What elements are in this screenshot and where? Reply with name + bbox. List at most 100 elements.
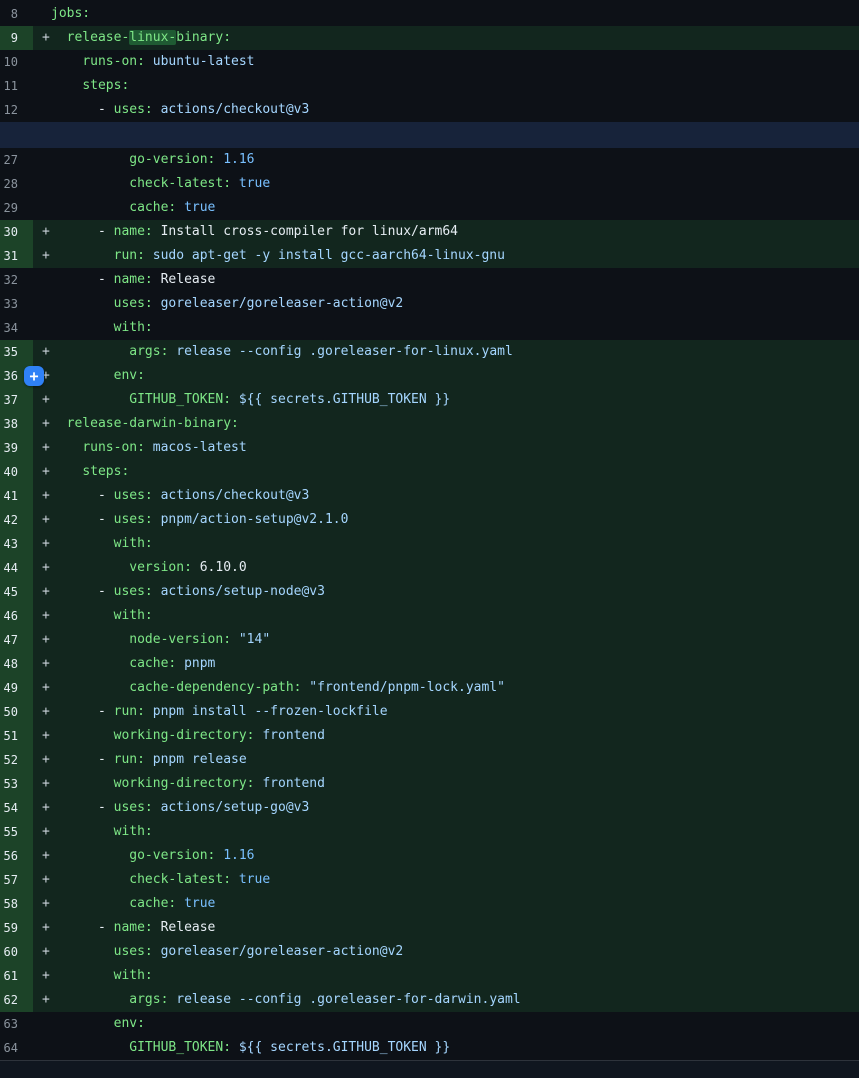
code-token: sudo apt-get -y install gcc-aarch64-linu… — [153, 248, 505, 263]
line-number[interactable]: 12 — [0, 98, 33, 122]
diff-row-added: 60+ uses: goreleaser/goreleaser-action@v… — [0, 940, 859, 964]
line-number[interactable]: 49 — [0, 676, 33, 700]
line-number[interactable]: 32 — [0, 268, 33, 292]
diff-add-marker: + — [42, 820, 50, 844]
line-number[interactable]: 42 — [0, 508, 33, 532]
code-token: cache: — [129, 200, 176, 215]
line-number[interactable]: 10 — [0, 50, 33, 74]
line-number[interactable]: 52 — [0, 748, 33, 772]
word-diff-highlight: linux- — [129, 30, 176, 45]
code-token — [51, 824, 114, 839]
code-token: name: — [114, 224, 153, 239]
diff-row-added: 59+ - name: Release — [0, 916, 859, 940]
line-number[interactable]: 46 — [0, 604, 33, 628]
add-line-comment-button[interactable]: + — [24, 366, 44, 386]
code-token: working-directory: — [114, 776, 255, 791]
line-number[interactable]: 37 — [0, 388, 33, 412]
line-number[interactable]: 35 — [0, 340, 33, 364]
diff-row-context: 32 - name: Release — [0, 268, 859, 292]
line-number[interactable]: 48 — [0, 652, 33, 676]
diff-add-marker: + — [42, 388, 50, 412]
line-number[interactable]: 40 — [0, 460, 33, 484]
line-number[interactable]: 62 — [0, 988, 33, 1012]
code-line: + cache: true — [33, 892, 859, 916]
line-number[interactable]: 57 — [0, 868, 33, 892]
code-line: with: — [33, 316, 859, 340]
line-number[interactable]: 51 — [0, 724, 33, 748]
code-token: GITHUB_TOKEN: — [129, 392, 231, 407]
line-number[interactable]: 50 — [0, 700, 33, 724]
line-number[interactable]: 63 — [0, 1012, 33, 1036]
line-number[interactable]: 61 — [0, 964, 33, 988]
code-line: runs-on: ubuntu-latest — [33, 50, 859, 74]
code-token: with: — [114, 320, 153, 335]
line-number[interactable]: 31 — [0, 244, 33, 268]
code-token: "14" — [239, 632, 270, 647]
diff-add-marker: + — [42, 892, 50, 916]
code-token — [231, 872, 239, 887]
diff-row-added: 52+ - run: pnpm release — [0, 748, 859, 772]
code-line: check-latest: true — [33, 172, 859, 196]
diff-add-marker: + — [42, 436, 50, 460]
diff-add-marker: + — [42, 220, 50, 244]
line-number[interactable]: 27 — [0, 148, 33, 172]
code-token — [153, 296, 161, 311]
code-line: + runs-on: macos-latest — [33, 436, 859, 460]
line-number[interactable]: 43 — [0, 532, 33, 556]
line-number[interactable]: 44 — [0, 556, 33, 580]
code-line: cache: true — [33, 196, 859, 220]
code-token — [51, 728, 114, 743]
diff-row-context: 29 cache: true — [0, 196, 859, 220]
code-token — [231, 1040, 239, 1055]
line-number[interactable]: 8 — [0, 2, 33, 26]
diff-add-marker: + — [42, 460, 50, 484]
line-number[interactable]: 33 — [0, 292, 33, 316]
line-number[interactable]: 58 — [0, 892, 33, 916]
diff-row-added: 48+ cache: pnpm — [0, 652, 859, 676]
diff-row-added: 57+ check-latest: true — [0, 868, 859, 892]
code-token: uses: — [114, 102, 153, 117]
line-number[interactable]: 59 — [0, 916, 33, 940]
code-token: pnpm/action-setup@v2.1.0 — [161, 512, 349, 527]
diff-row-added: 54+ - uses: actions/setup-go@v3 — [0, 796, 859, 820]
code-token: env: — [114, 368, 145, 383]
code-line: + args: release --config .goreleaser-for… — [33, 340, 859, 364]
line-number[interactable]: 47 — [0, 628, 33, 652]
line-number[interactable]: 60 — [0, 940, 33, 964]
code-line: + with: — [33, 820, 859, 844]
code-token — [51, 30, 67, 45]
code-line: + run: sudo apt-get -y install gcc-aarch… — [33, 244, 859, 268]
line-number[interactable]: 41 — [0, 484, 33, 508]
line-number[interactable]: 45 — [0, 580, 33, 604]
diff-row-context: 12 - uses: actions/checkout@v3 — [0, 98, 859, 122]
code-token — [145, 54, 153, 69]
diff-row-added: 30+ - name: Install cross-compiler for l… — [0, 220, 859, 244]
code-line: + cache: pnpm — [33, 652, 859, 676]
line-number[interactable]: 56 — [0, 844, 33, 868]
code-token: go-version: — [129, 848, 215, 863]
line-number[interactable]: 9 — [0, 26, 33, 50]
diff-row-added: 51+ working-directory: frontend — [0, 724, 859, 748]
diff-row-added: 50+ - run: pnpm install --frozen-lockfil… — [0, 700, 859, 724]
line-number[interactable]: 53 — [0, 772, 33, 796]
line-number[interactable]: 38 — [0, 412, 33, 436]
code-token: with: — [114, 608, 153, 623]
code-token: - — [51, 224, 114, 239]
line-number[interactable]: 11 — [0, 74, 33, 98]
code-token — [153, 944, 161, 959]
line-number[interactable]: 54 — [0, 796, 33, 820]
line-number[interactable]: 30 — [0, 220, 33, 244]
code-token — [51, 296, 114, 311]
line-number[interactable]: 34 — [0, 316, 33, 340]
code-token — [51, 1040, 129, 1055]
line-number[interactable]: 28 — [0, 172, 33, 196]
code-token: ${{ secrets.GITHUB_TOKEN }} — [239, 392, 450, 407]
expand-hunk-row[interactable] — [0, 122, 859, 148]
line-number[interactable]: 29 — [0, 196, 33, 220]
code-token: frontend — [262, 776, 325, 791]
line-number[interactable]: 39 — [0, 436, 33, 460]
diff-add-marker: + — [42, 916, 50, 940]
code-token: cache-dependency-path: — [129, 680, 301, 695]
line-number[interactable]: 64 — [0, 1036, 33, 1060]
line-number[interactable]: 55 — [0, 820, 33, 844]
